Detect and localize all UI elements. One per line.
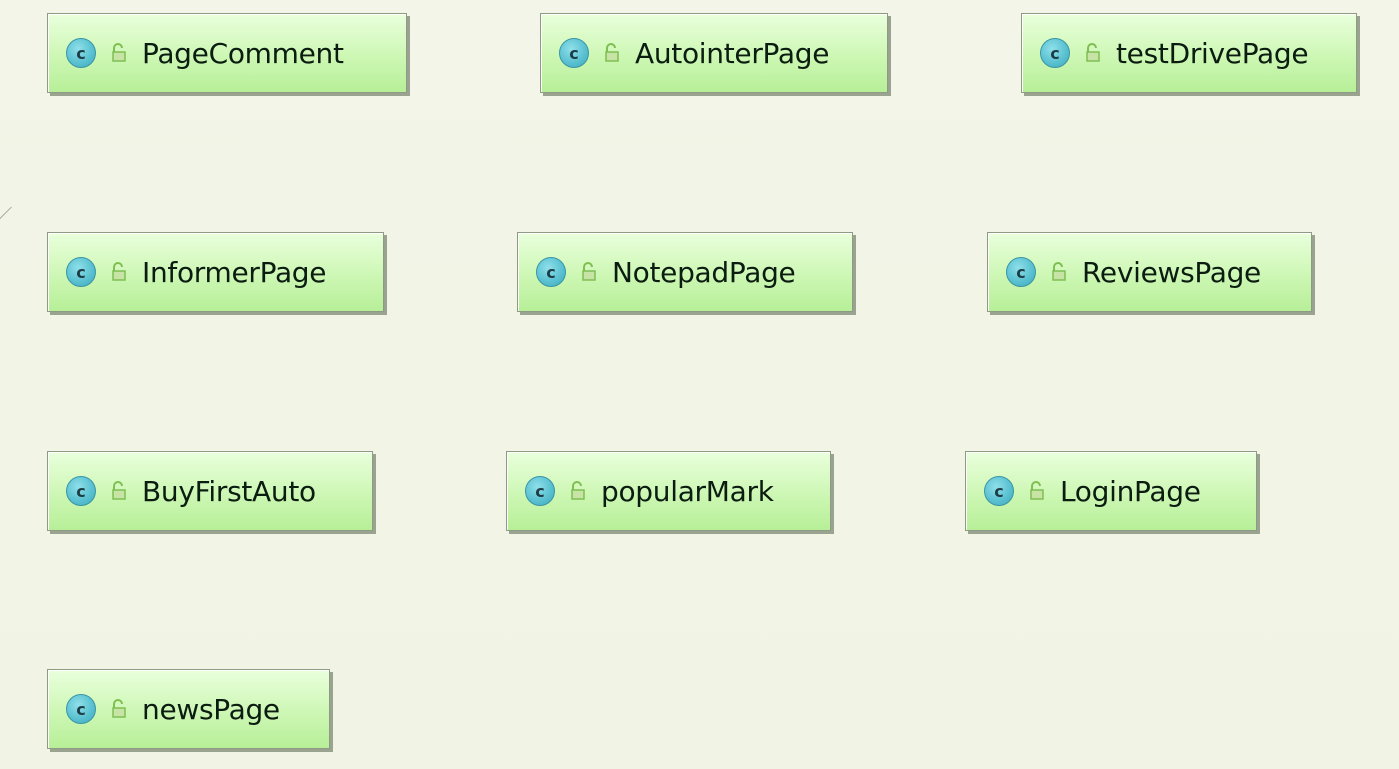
public-visibility-icon bbox=[112, 43, 126, 62]
class-node-loginpage[interactable]: c LoginPage bbox=[965, 451, 1257, 531]
class-node-popularmark[interactable]: c popularMark bbox=[506, 451, 831, 531]
class-name: BuyFirstAuto bbox=[142, 474, 316, 508]
class-node-autointerpage[interactable]: c AutointerPage bbox=[540, 13, 888, 93]
class-name: PageComment bbox=[142, 36, 344, 70]
class-name: popularMark bbox=[601, 474, 774, 508]
class-icon: c bbox=[1040, 38, 1070, 68]
public-visibility-icon bbox=[1086, 43, 1100, 62]
class-icon: c bbox=[525, 476, 555, 506]
public-visibility-icon bbox=[605, 43, 619, 62]
class-icon: c bbox=[66, 694, 96, 724]
public-visibility-icon bbox=[112, 262, 126, 281]
class-node-newspage[interactable]: c newsPage bbox=[47, 669, 330, 749]
class-node-notepadpage[interactable]: c NotepadPage bbox=[517, 232, 853, 312]
class-node-informerpage[interactable]: c InformerPage bbox=[47, 232, 384, 312]
class-node-pagecomment[interactable]: c PageComment bbox=[47, 13, 407, 93]
class-name: AutointerPage bbox=[635, 36, 830, 70]
diagram-canvas: c PageComment c AutointerPage c testDriv… bbox=[0, 0, 1399, 769]
class-icon: c bbox=[66, 257, 96, 287]
public-visibility-icon bbox=[1052, 262, 1066, 281]
class-name: newsPage bbox=[142, 692, 280, 726]
class-icon: c bbox=[536, 257, 566, 287]
class-icon: c bbox=[66, 476, 96, 506]
class-node-reviewspage[interactable]: c ReviewsPage bbox=[987, 232, 1312, 312]
edge-line-fragment bbox=[0, 206, 12, 223]
class-name: NotepadPage bbox=[612, 255, 796, 289]
class-icon: c bbox=[66, 38, 96, 68]
class-icon: c bbox=[1006, 257, 1036, 287]
class-name: InformerPage bbox=[142, 255, 327, 289]
class-icon: c bbox=[984, 476, 1014, 506]
public-visibility-icon bbox=[571, 481, 585, 500]
class-name: ReviewsPage bbox=[1082, 255, 1261, 289]
class-name: LoginPage bbox=[1060, 474, 1201, 508]
class-icon: c bbox=[559, 38, 589, 68]
public-visibility-icon bbox=[1030, 481, 1044, 500]
public-visibility-icon bbox=[112, 481, 126, 500]
public-visibility-icon bbox=[582, 262, 596, 281]
class-node-buyfirstauto[interactable]: c BuyFirstAuto bbox=[47, 451, 373, 531]
class-name: testDrivePage bbox=[1116, 36, 1309, 70]
public-visibility-icon bbox=[112, 699, 126, 718]
class-node-testdrivepage[interactable]: c testDrivePage bbox=[1021, 13, 1357, 93]
